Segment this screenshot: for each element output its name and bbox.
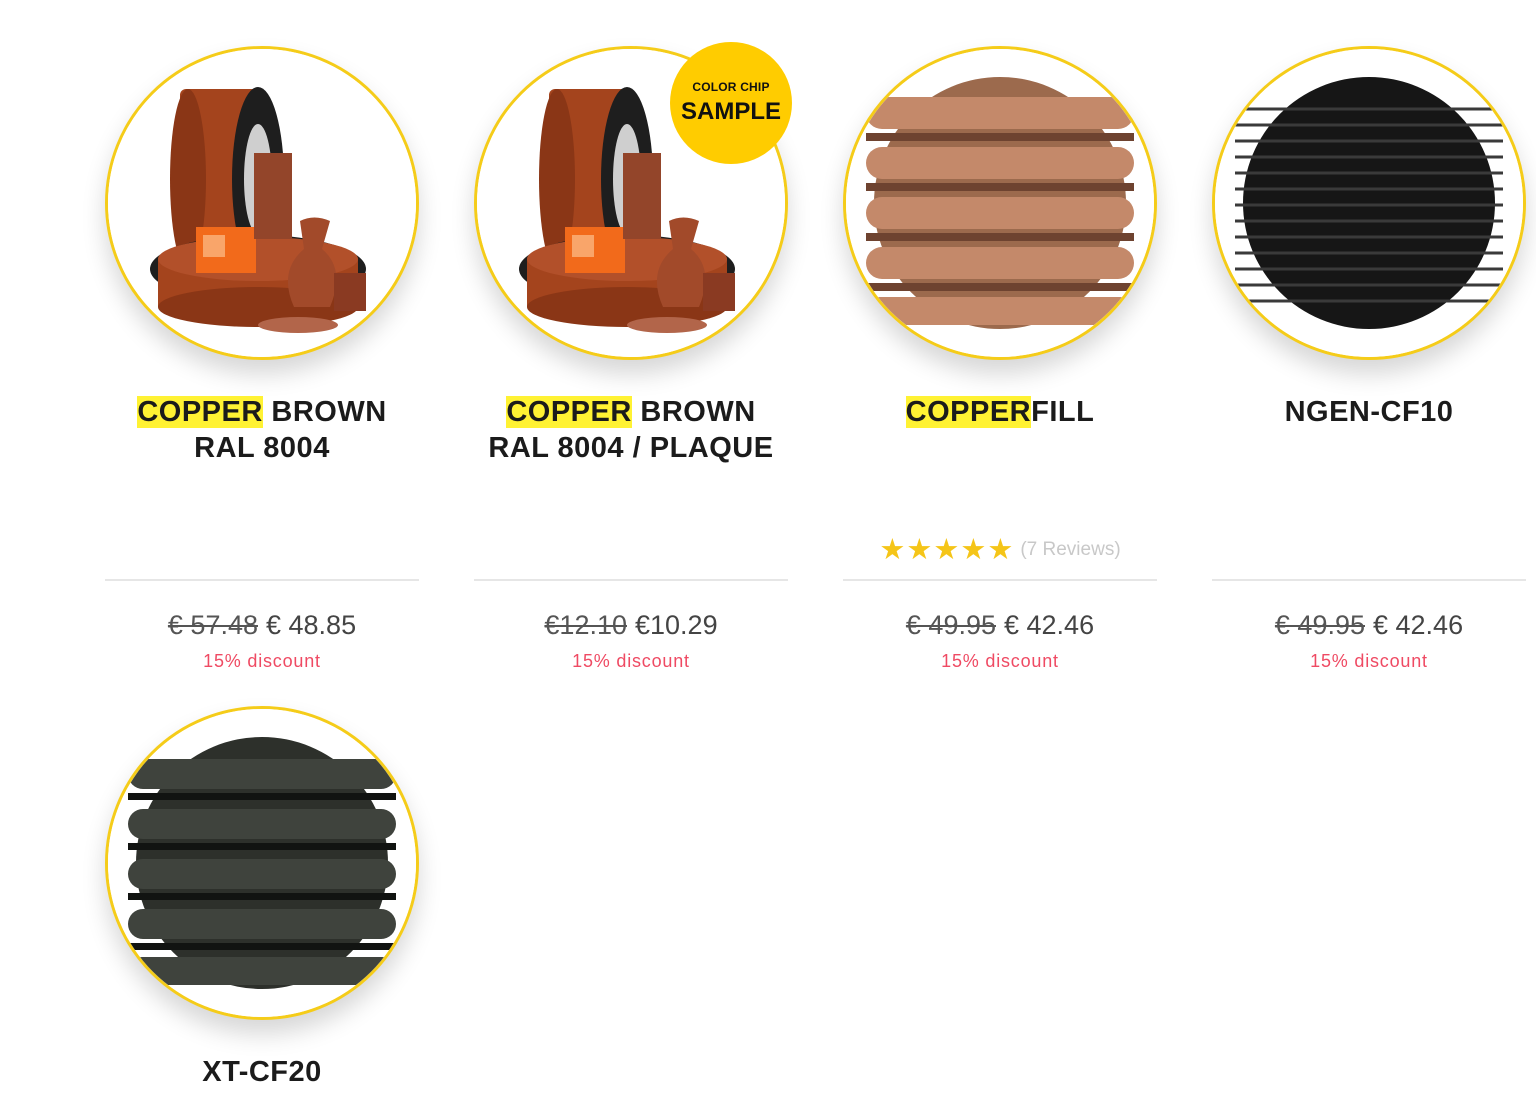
discount-label: 15% discount: [572, 651, 690, 671]
product-image-link[interactable]: COLOR CHIP SAMPLE: [474, 42, 792, 360]
discount-label: 15% discount: [203, 651, 321, 671]
new-price: € 42.46: [1004, 610, 1095, 640]
old-price: € 49.95: [1274, 610, 1365, 640]
product-image-link[interactable]: [105, 46, 419, 360]
search-highlight: COPPER: [506, 396, 632, 428]
search-highlight: COPPER: [905, 396, 1032, 428]
product-title[interactable]: XT-CF20: [85, 1054, 439, 1090]
sample-badge: COLOR CHIP SAMPLE: [670, 42, 792, 164]
new-price: € 48.85: [266, 610, 357, 640]
product-title[interactable]: COPPER BROWN RAL 8004: [85, 394, 439, 466]
reviews-count: (7 Reviews): [1020, 538, 1121, 560]
product-image: [1212, 46, 1526, 360]
product-image-link[interactable]: [105, 706, 419, 1020]
product-title[interactable]: COPPER BROWN RAL 8004 / PLAQUE: [454, 394, 808, 466]
new-price: €10.29: [635, 610, 718, 640]
price: € 49.95 € 42.46: [843, 610, 1157, 641]
product-image-link[interactable]: [1212, 46, 1526, 360]
badge-top-text: COLOR CHIP: [692, 80, 770, 94]
product-title[interactable]: COPPERFILL: [823, 394, 1177, 430]
title-text: BROWN: [262, 396, 387, 428]
divider: [474, 579, 788, 581]
old-price: €12.10: [544, 610, 627, 640]
old-price: € 57.48: [167, 610, 258, 640]
title-text: BROWN: [631, 396, 756, 428]
title-text: FILL: [1031, 396, 1095, 428]
discount-label: 15% discount: [1310, 651, 1428, 671]
price: €12.10 €10.29: [474, 610, 788, 641]
title-line-2: RAL 8004: [194, 432, 330, 464]
title-line-2: RAL 8004 / PLAQUE: [488, 432, 774, 464]
product-image: [105, 706, 419, 1020]
old-price: € 49.95: [905, 610, 996, 640]
divider: [105, 579, 419, 581]
divider: [1212, 579, 1526, 581]
price: € 57.48 € 48.85: [105, 610, 419, 641]
product-title[interactable]: NGEN-CF10: [1192, 394, 1536, 430]
product-image: [843, 46, 1157, 360]
product-image-link[interactable]: [843, 46, 1157, 360]
star-rating-icon: ★★★★★: [879, 534, 1015, 566]
rating[interactable]: ★★★★★ (7 Reviews): [843, 532, 1157, 567]
price: € 49.95 € 42.46: [1212, 610, 1526, 641]
new-price: € 42.46: [1373, 610, 1464, 640]
product-image: [105, 46, 419, 360]
badge-main-text: SAMPLE: [680, 98, 781, 125]
discount-label: 15% discount: [941, 651, 1059, 671]
divider: [843, 579, 1157, 581]
search-highlight: COPPER: [137, 396, 263, 428]
